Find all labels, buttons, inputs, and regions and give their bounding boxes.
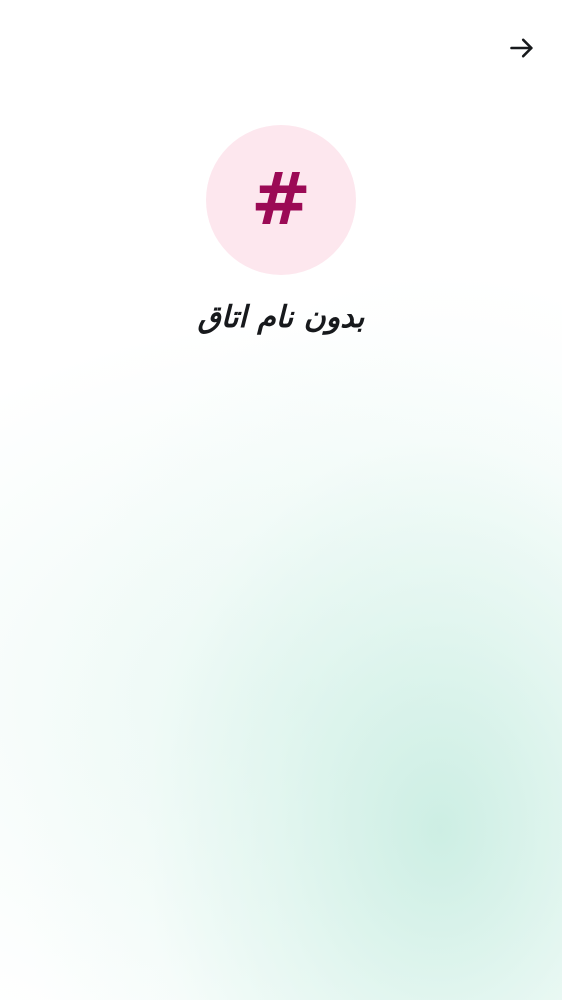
room-avatar: # — [206, 125, 356, 275]
arrow-right-icon — [508, 34, 536, 66]
back-button[interactable] — [502, 30, 542, 70]
hash-icon: # — [250, 157, 312, 241]
room-name: بدون نام اتاق — [197, 300, 365, 335]
